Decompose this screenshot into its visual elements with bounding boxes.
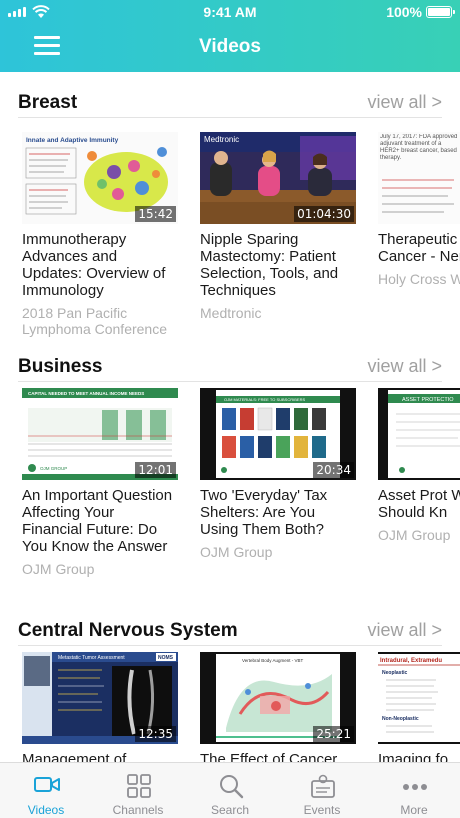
video-thumbnail[interactable]: OJM MATERIALS: FREE TO SUBSCRIBERS 20:34 (200, 388, 356, 480)
tab-label: Videos (27, 803, 65, 817)
video-title: Asset Prot What Ever Should Kn (378, 487, 460, 521)
video-card[interactable]: CAPITAL NEEDED TO MEET ANNUAL INCOME NEE… (22, 388, 178, 577)
section-title: Central Nervous System (18, 620, 238, 641)
video-icon (34, 777, 60, 792)
tab-search[interactable]: Search (184, 763, 276, 818)
video-card[interactable]: Innate and Adaptive Immunity 15:42 Immun… (22, 132, 178, 337)
battery-icon (426, 6, 455, 18)
search-icon (220, 775, 244, 799)
section-header: Central Nervous System view all > (18, 610, 442, 646)
video-duration: 12:01 (135, 462, 176, 478)
video-card[interactable]: Medtronic 01:04:30 Nipple Sparing Mastec… (200, 132, 356, 321)
more-icon (403, 784, 427, 790)
thumb-text: OJM MATERIALS: FREE TO SUBSCRIBERS (224, 397, 305, 402)
tab-events[interactable]: Events (276, 763, 368, 818)
video-card[interactable]: OJM MATERIALS: FREE TO SUBSCRIBERS 20:34… (200, 388, 356, 560)
thumb-text: Metastatic Tumor Assessment (58, 655, 125, 661)
video-thumbnail[interactable]: Vertebral Body Augment - VBT 25:21 (200, 652, 356, 744)
video-duration: 20:34 (313, 462, 354, 478)
video-source: OJM Group (378, 527, 451, 543)
video-card[interactable]: Metastatic Tumor Assessment NOMS 12:35 M… (22, 652, 178, 762)
video-title: An Important Question Affecting Your Fin… (22, 487, 173, 555)
video-thumbnail[interactable]: Innate and Adaptive Immunity 15:42 (22, 132, 178, 224)
video-carousel[interactable]: Innate and Adaptive Immunity 15:42 Immun… (22, 132, 460, 337)
video-card[interactable]: July 17, 2017: FDA approved adjuvant tre… (378, 132, 460, 287)
grid-icon (127, 774, 151, 798)
tab-more[interactable]: More (368, 763, 460, 818)
page-title: Videos (199, 36, 261, 57)
video-carousel[interactable]: CAPITAL NEEDED TO MEET ANNUAL INCOME NEE… (22, 388, 460, 588)
video-title: Two 'Everyday' Tax Shelters: Are You Usi… (200, 487, 328, 538)
view-all-link[interactable]: view all > (367, 620, 442, 641)
thumb-text: Neoplastic (382, 670, 408, 676)
video-title: Imaging fo (378, 751, 449, 762)
section-header: Business view all > (18, 346, 442, 382)
video-card[interactable]: ASSET PROTECTIO Asset Prot What Ever Sho… (378, 388, 460, 543)
video-thumbnail[interactable]: Metastatic Tumor Assessment NOMS 12:35 (22, 652, 178, 744)
video-thumbnail[interactable]: Intradural, Extramedu Neoplastic Non-Neo… (378, 652, 460, 744)
video-feed[interactable]: Breast view all > Innate and Adaptive Im… (0, 72, 460, 762)
thumb-text: July 17, 2017: FDA approved adjuvant tre… (380, 134, 458, 161)
video-duration: 25:21 (313, 726, 354, 742)
video-card[interactable]: Vertebral Body Augment - VBT 25:21 The E… (200, 652, 356, 762)
video-source: Holy Cross Winter Onc (378, 271, 460, 287)
video-source: OJM Group (200, 544, 273, 560)
video-source: Medtronic (200, 305, 262, 321)
thumb-text: OJM GROUP (40, 466, 67, 471)
thumb-text: CAPITAL NEEDED TO MEET ANNUAL INCOME NEE… (28, 391, 144, 396)
video-duration: 12:35 (135, 726, 176, 742)
video-duration: 15:42 (135, 206, 176, 222)
video-title: The Effect of Cancer (200, 751, 338, 762)
view-all-link[interactable]: view all > (367, 92, 442, 113)
status-bar: 9:41 AM 100% (0, 0, 460, 24)
events-icon (311, 774, 335, 798)
video-title: Therapeutic in HER2+ Cancer - Neratinib (378, 231, 460, 265)
tab-label: Events (303, 803, 341, 817)
video-card[interactable]: Intradural, Extramedu Neoplastic Non-Neo… (378, 652, 460, 762)
tab-bar: Videos Channels Search Events More (0, 762, 460, 818)
video-title: Nipple Sparing Mastectomy: Patient Selec… (200, 231, 339, 299)
thumb-text: Intradural, Extramedu (380, 658, 442, 664)
tab-label: Search (210, 803, 250, 817)
video-thumbnail[interactable]: CAPITAL NEEDED TO MEET ANNUAL INCOME NEE… (22, 388, 178, 480)
section-header: Breast view all > (18, 82, 442, 118)
video-source: OJM Group (22, 561, 95, 577)
video-thumbnail[interactable]: ASSET PROTECTIO (378, 388, 460, 480)
thumb-text: Medtronic (204, 135, 239, 144)
video-title: Management of (22, 751, 127, 762)
section-title: Business (18, 356, 103, 377)
view-all-link[interactable]: view all > (367, 356, 442, 377)
thumb-text: Non-Neoplastic (382, 716, 419, 722)
video-source: 2018 Pan Pacific Lymphoma Conference (22, 305, 168, 337)
tab-channels[interactable]: Channels (92, 763, 184, 818)
video-thumbnail[interactable]: July 17, 2017: FDA approved adjuvant tre… (378, 132, 460, 224)
video-carousel[interactable]: Metastatic Tumor Assessment NOMS 12:35 M… (22, 652, 460, 762)
tab-videos[interactable]: Videos (0, 763, 92, 818)
section-title: Breast (18, 92, 78, 113)
thumb-text: Innate and Adaptive Immunity (26, 137, 119, 144)
thumb-text: ASSET PROTECTIO (402, 397, 454, 403)
tab-label: More (400, 803, 428, 817)
video-thumbnail[interactable]: Medtronic 01:04:30 (200, 132, 356, 224)
video-duration: 01:04:30 (294, 206, 354, 222)
thumb-text: NOMS (158, 655, 174, 661)
battery-percent: 100% (386, 4, 422, 20)
video-title: Immunotherapy Advances and Updates: Over… (22, 231, 166, 299)
thumb-text: Vertebral Body Augment - VBT (242, 658, 304, 663)
app-header: 9:41 AM 100% Videos (0, 0, 460, 72)
tab-label: Channels (112, 803, 164, 817)
